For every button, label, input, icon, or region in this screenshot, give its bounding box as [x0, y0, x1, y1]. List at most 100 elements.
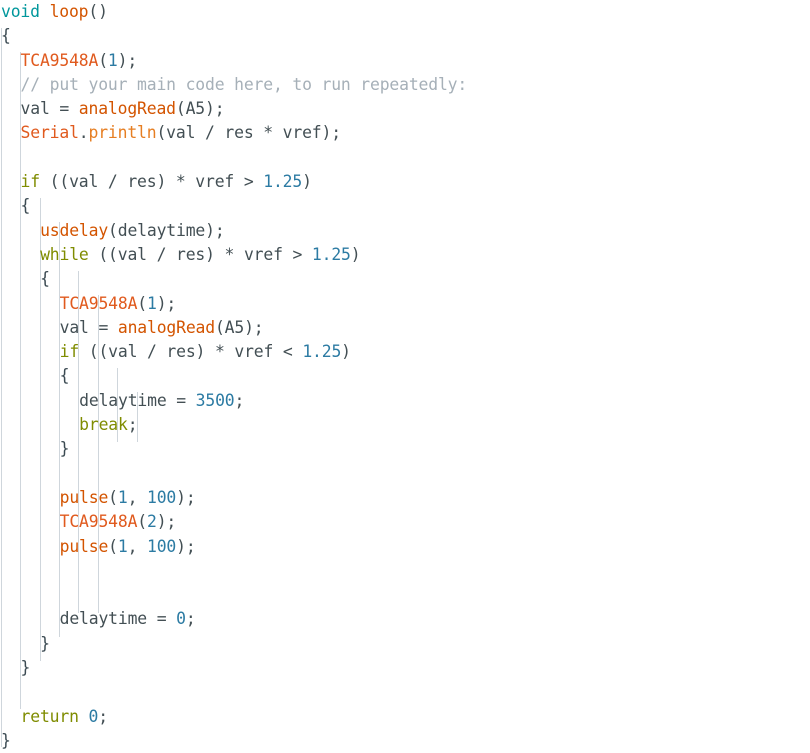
code-token: ;	[234, 390, 245, 410]
code-token: )	[302, 172, 312, 192]
code-token: );	[156, 293, 177, 313]
code-token: }	[20, 658, 31, 678]
code-token: (	[108, 536, 118, 556]
code-line[interactable]: {	[0, 364, 810, 388]
code-token: {	[40, 269, 50, 289]
code-line[interactable]: if ((val / res) * vref < 1.25)	[0, 340, 810, 364]
code-line[interactable]: while ((val / res) * vref > 1.25)	[0, 243, 810, 267]
code-token: usdelay	[40, 220, 109, 240]
code-token: 1	[117, 536, 128, 556]
code-token: 1	[107, 50, 118, 70]
code-token: // put your main code here, to run repea…	[20, 74, 468, 94]
code-token: val =	[59, 317, 118, 337]
code-token: void	[1, 2, 40, 21]
code-token: 1	[147, 293, 157, 313]
code-token: analogRead	[117, 317, 215, 337]
code-token: }	[59, 439, 70, 459]
code-token: );	[156, 512, 177, 532]
code-line[interactable]: }	[0, 437, 810, 461]
code-token: ((val / res) * vref >	[88, 244, 312, 264]
code-line[interactable]: {	[0, 267, 810, 291]
code-token: 100	[147, 536, 177, 556]
code-line[interactable]: pulse(1, 100);	[0, 486, 810, 510]
code-line[interactable]: usdelay(delaytime);	[0, 219, 810, 243]
code-token: (	[108, 487, 118, 507]
code-token: if	[59, 342, 80, 362]
code-token: (delaytime);	[108, 220, 225, 240]
code-token: (val / res * vref);	[156, 123, 341, 143]
code-token: ((val / res) * vref >	[39, 172, 264, 192]
code-token: ,	[127, 487, 148, 507]
code-token: pulse	[59, 536, 109, 556]
code-line[interactable]: TCA9548A(1);	[0, 49, 810, 73]
code-token: 1.25	[302, 342, 342, 362]
code-line[interactable]: delaytime = 3500;	[0, 389, 810, 413]
code-token: 1.25	[311, 244, 351, 264]
code-line[interactable]	[0, 559, 810, 583]
code-token: loop	[49, 2, 89, 21]
code-token: 100	[147, 487, 177, 507]
code-line[interactable]	[0, 583, 810, 607]
code-line[interactable]: delaytime = 0;	[0, 607, 810, 631]
code-token: delaytime =	[79, 390, 196, 410]
code-line[interactable]: Serial.println(val / res * vref);	[0, 121, 810, 145]
code-token: {	[59, 366, 70, 386]
code-token: );	[117, 50, 138, 70]
code-token: }	[1, 730, 11, 750]
code-line[interactable]: }	[0, 729, 810, 753]
code-token: TCA9548A	[59, 512, 138, 532]
code-line[interactable]	[0, 462, 810, 486]
code-line[interactable]	[0, 146, 810, 170]
code-token: (A5);	[214, 317, 264, 337]
code-token: return	[20, 706, 79, 726]
code-token: 1	[117, 487, 128, 507]
code-line[interactable]: TCA9548A(2);	[0, 510, 810, 534]
code-content[interactable]: void loop(){TCA9548A(1);// put your main…	[0, 0, 810, 753]
code-line[interactable]: }	[0, 632, 810, 656]
code-line[interactable]: // put your main code here, to run repea…	[0, 73, 810, 97]
code-token: 0	[176, 609, 186, 629]
code-line[interactable]: }	[0, 656, 810, 680]
code-line[interactable]: return 0;	[0, 705, 810, 729]
code-editor[interactable]: void loop(){TCA9548A(1);// put your main…	[0, 0, 810, 750]
code-token: 0	[88, 706, 99, 726]
code-token: while	[40, 244, 89, 264]
code-token: 3500	[195, 390, 235, 410]
code-line[interactable]: val = analogRead(A5);	[0, 97, 810, 121]
code-token: ;	[185, 609, 196, 629]
code-token: (	[137, 293, 147, 313]
code-token: );	[176, 487, 196, 507]
code-line[interactable]: if ((val / res) * vref > 1.25)	[0, 170, 810, 194]
code-token: println	[88, 123, 157, 143]
code-line[interactable]: TCA9548A(1);	[0, 292, 810, 316]
code-line[interactable]: break;	[0, 413, 810, 437]
code-line[interactable]	[0, 680, 810, 704]
code-token: 2	[147, 512, 157, 532]
code-line[interactable]: {	[0, 194, 810, 218]
code-token: (A5);	[175, 99, 225, 119]
code-token: ((val / res) * vref <	[79, 342, 303, 362]
code-token: ;	[127, 415, 138, 435]
code-line[interactable]: val = analogRead(A5);	[0, 316, 810, 340]
code-token: (	[137, 512, 147, 532]
code-token: )	[341, 342, 351, 362]
code-token: {	[1, 26, 11, 46]
code-token: )	[350, 244, 361, 264]
code-line[interactable]: {	[0, 24, 810, 48]
code-token: (	[98, 50, 108, 70]
code-line[interactable]: pulse(1, 100);	[0, 535, 810, 559]
code-token: ;	[98, 706, 108, 726]
code-token: break	[79, 415, 128, 435]
code-line[interactable]: void loop()	[0, 0, 810, 24]
code-token: ,	[127, 536, 148, 556]
code-token: .	[78, 123, 89, 143]
code-token: }	[40, 633, 50, 653]
code-token: ()	[88, 2, 108, 21]
code-token: {	[20, 196, 31, 216]
code-token: analogRead	[78, 99, 176, 119]
code-token: pulse	[59, 487, 109, 507]
code-token: val =	[20, 99, 79, 119]
code-token: TCA9548A	[59, 293, 138, 313]
